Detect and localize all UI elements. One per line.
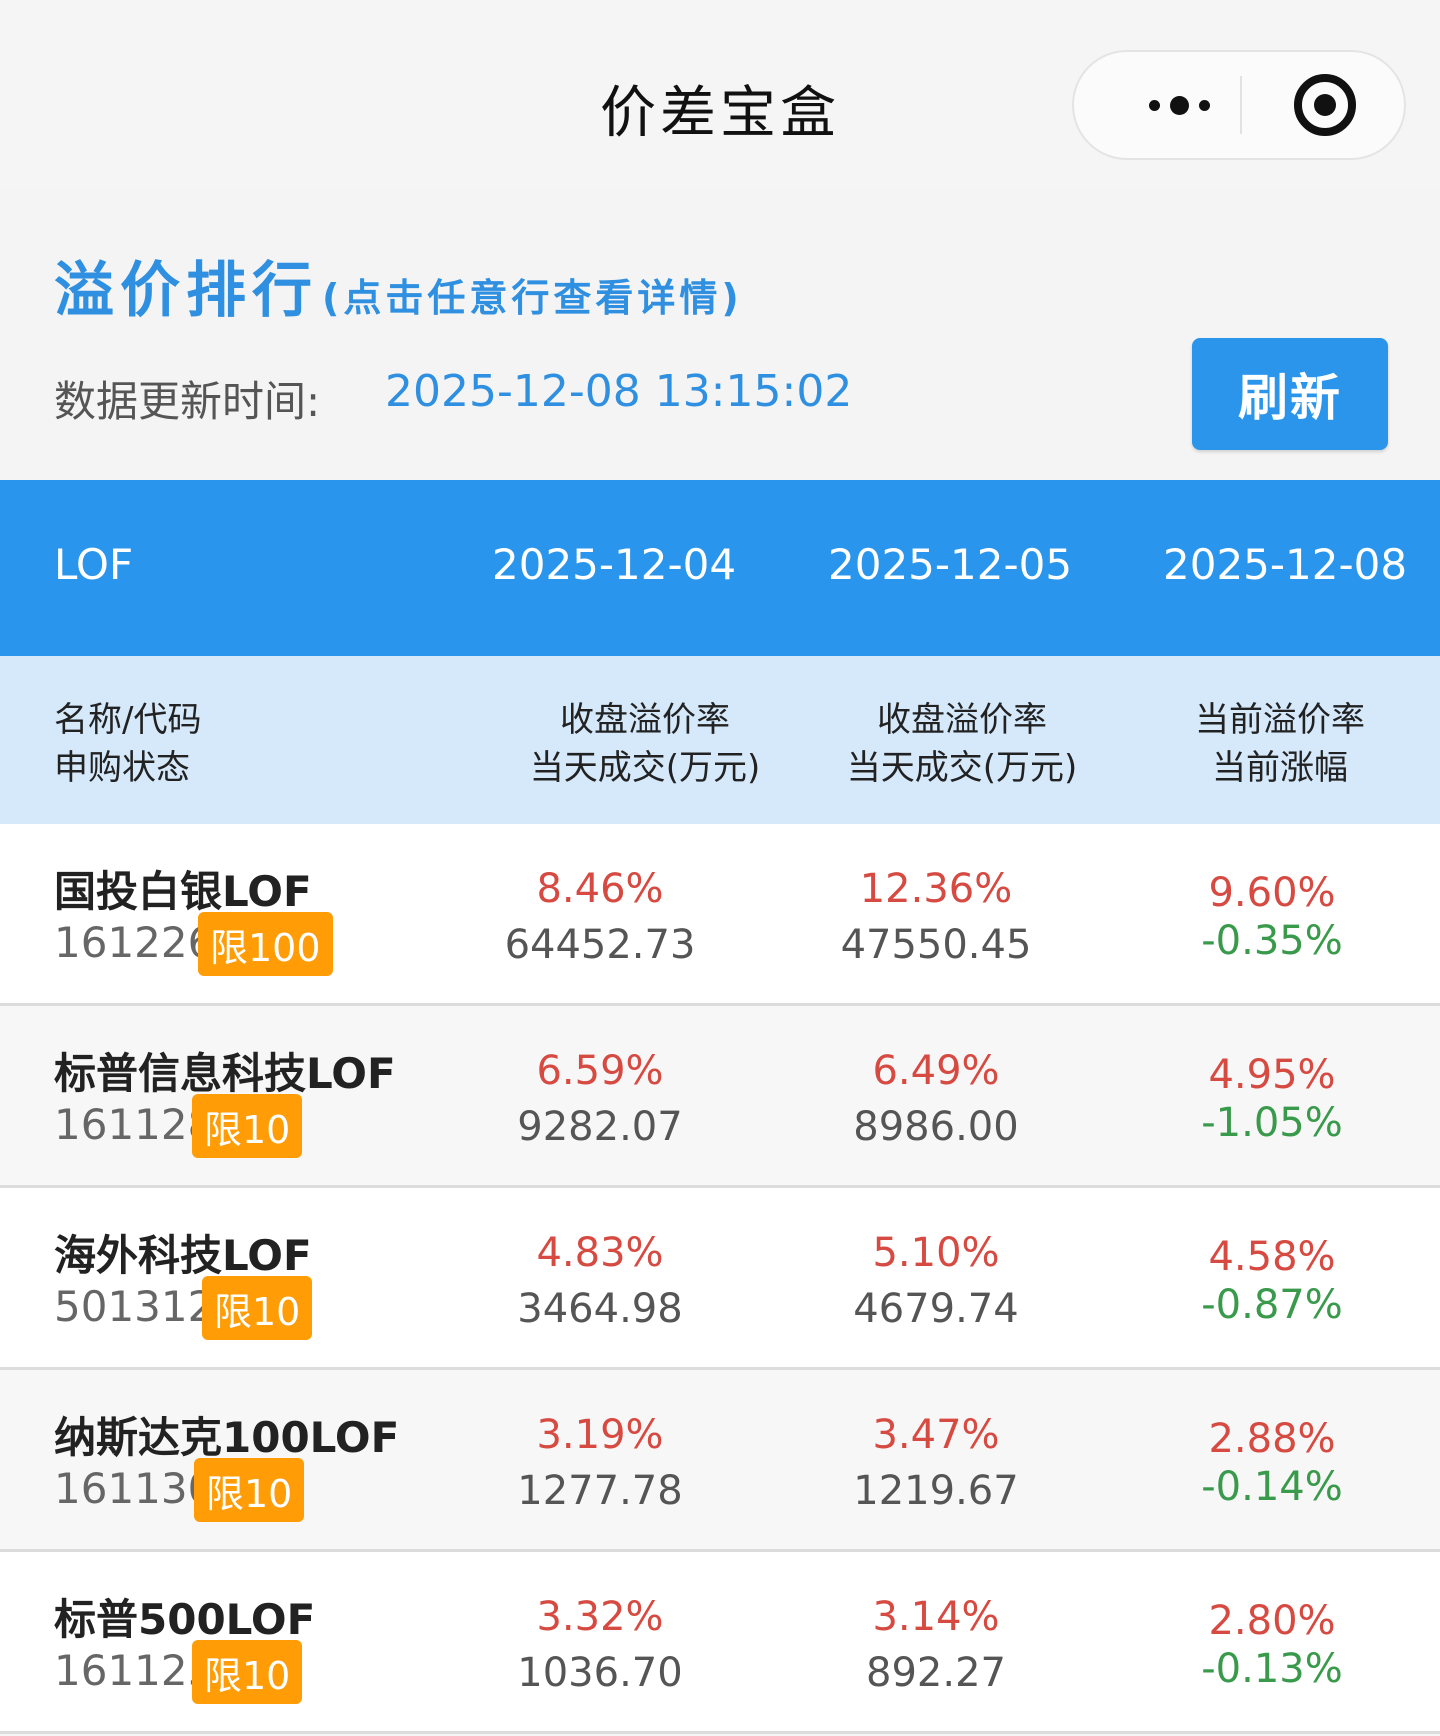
table-header-dates: LOF 2025-12-04 2025-12-05 2025-12-08 (0, 480, 1440, 656)
day1-volume: 1277.78 (517, 1468, 683, 1514)
current-premium: 4.58% (1208, 1234, 1336, 1280)
table-row[interactable]: 国投白银LOF 161226 限100 8.46% 64452.73 12.36… (0, 824, 1440, 1006)
fund-name: 标普信息科技LOF (54, 1049, 396, 1098)
day2-premium: 12.36% (859, 866, 1013, 912)
fund-code: 501312 (54, 1282, 215, 1331)
more-dots-icon[interactable] (1124, 52, 1234, 158)
column-header-day2-line1: 收盘溢价率 (877, 700, 1047, 740)
column-header-day2-line2: 当天成交(万元) (846, 748, 1078, 788)
current-change: -1.05% (1201, 1100, 1343, 1146)
subscription-status-badge: 限10 (202, 1276, 313, 1340)
day1-volume: 64452.73 (504, 922, 696, 968)
subscription-status-badge: 限10 (192, 1640, 303, 1704)
page-title-hint: (点击任意行查看详情) (322, 276, 743, 320)
table-row[interactable]: 标普信息科技LOF 161128 限10 6.59% 9282.07 6.49%… (0, 1006, 1440, 1188)
update-time-value: 2025-12-08 13:15:02 (385, 366, 853, 417)
refresh-button[interactable]: 刷新 (1192, 338, 1388, 450)
current-premium: 4.95% (1208, 1052, 1336, 1098)
table-row[interactable]: 海外科技LOF 501312 限10 4.83% 3464.98 5.10% 4… (0, 1188, 1440, 1370)
day1-premium: 6.59% (536, 1048, 664, 1094)
page-title-main: 溢价排行 (54, 256, 318, 326)
current-premium: 2.80% (1208, 1598, 1336, 1644)
fund-code: 161226 (54, 918, 215, 967)
day2-volume: 892.27 (866, 1650, 1006, 1696)
day2-premium: 5.10% (872, 1230, 1000, 1276)
table-row[interactable]: 标普500LOF 161125 限10 3.32% 1036.70 3.14% … (0, 1552, 1440, 1734)
fund-code: 161130 (54, 1464, 215, 1513)
mini-program-close-icon[interactable] (1294, 74, 1356, 136)
day1-premium: 4.83% (536, 1230, 664, 1276)
date-column-1: 2025-12-04 (492, 540, 737, 589)
column-header-current-line2: 当前涨幅 (1212, 748, 1348, 788)
capsule-divider (1240, 76, 1242, 134)
day1-premium: 3.32% (536, 1594, 664, 1640)
update-time-label: 数据更新时间: (54, 377, 321, 426)
current-change: -0.13% (1201, 1646, 1343, 1692)
fund-code: 161128 (54, 1100, 215, 1149)
page-header: 溢价排行 (点击任意行查看详情) 数据更新时间: 2025-12-08 13:1… (0, 190, 1440, 480)
column-header-day1-line2: 当天成交(万元) (529, 748, 761, 788)
current-premium: 2.88% (1208, 1416, 1336, 1462)
day1-volume: 3464.98 (517, 1286, 683, 1332)
nav-bar: 价差宝盒 (0, 0, 1440, 190)
date-column-2: 2025-12-05 (828, 540, 1073, 589)
table-row[interactable]: 纳斯达克100LOF 161130 限10 3.19% 1277.78 3.47… (0, 1370, 1440, 1552)
subscription-status-badge: 限100 (198, 912, 333, 976)
day2-premium: 3.14% (872, 1594, 1000, 1640)
day2-premium: 3.47% (872, 1412, 1000, 1458)
current-change: -0.14% (1201, 1464, 1343, 1510)
day1-volume: 1036.70 (517, 1650, 683, 1696)
day2-volume: 1219.67 (853, 1468, 1019, 1514)
page-title: 溢价排行 (点击任意行查看详情) (54, 242, 743, 329)
day1-premium: 8.46% (536, 866, 664, 912)
column-header-name-line2: 申购状态 (54, 748, 190, 788)
day1-premium: 3.19% (536, 1412, 664, 1458)
column-header-current: 当前溢价率 当前涨幅 (1130, 696, 1430, 792)
column-header-name-line1: 名称/代码 (54, 700, 202, 740)
day1-volume: 9282.07 (517, 1104, 683, 1150)
date-column-3: 2025-12-08 (1163, 540, 1408, 589)
column-header-day1-line1: 收盘溢价率 (560, 700, 730, 740)
current-change: -0.87% (1201, 1282, 1343, 1328)
day2-volume: 4679.74 (853, 1286, 1019, 1332)
column-header-current-line1: 当前溢价率 (1195, 700, 1365, 740)
column-header-day1: 收盘溢价率 当天成交(万元) (495, 696, 795, 792)
fund-name: 海外科技LOF (54, 1231, 312, 1280)
fund-name: 国投白银LOF (54, 867, 312, 916)
mini-program-capsule (1072, 50, 1406, 160)
table-body: 国投白银LOF 161226 限100 8.46% 64452.73 12.36… (0, 824, 1440, 1734)
current-change: -0.35% (1201, 918, 1343, 964)
subscription-status-badge: 限10 (194, 1458, 305, 1522)
fund-name: 标普500LOF (54, 1595, 316, 1644)
subscription-status-badge: 限10 (192, 1094, 303, 1158)
column-header-name: 名称/代码 申购状态 (54, 696, 201, 792)
day2-volume: 47550.45 (840, 922, 1032, 968)
column-header-day2: 收盘溢价率 当天成交(万元) (812, 696, 1112, 792)
fund-code: 161125 (54, 1646, 215, 1695)
day2-premium: 6.49% (872, 1048, 1000, 1094)
fund-name: 纳斯达克100LOF (54, 1413, 400, 1462)
current-premium: 9.60% (1208, 870, 1336, 916)
day2-volume: 8986.00 (853, 1104, 1019, 1150)
table-header-columns: 名称/代码 申购状态 收盘溢价率 当天成交(万元) 收盘溢价率 当天成交(万元)… (0, 656, 1440, 824)
table-group-label: LOF (54, 540, 134, 589)
